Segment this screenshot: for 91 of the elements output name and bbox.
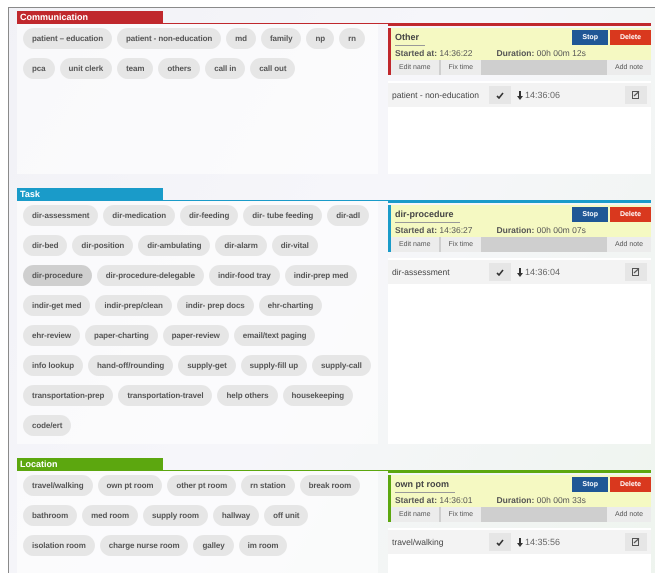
activity-chip[interactable]: dir-ambulating <box>138 235 210 256</box>
down-arrow-icon <box>517 538 523 546</box>
started-time: Started at: 14:36:01 <box>395 495 473 505</box>
activity-chip[interactable]: dir-medication <box>103 205 176 226</box>
section-title: Communication <box>17 11 163 23</box>
activity-chip[interactable]: pca <box>23 58 54 79</box>
activity-chip[interactable]: hallway <box>212 505 260 526</box>
activity-chip[interactable]: supply-call <box>312 355 371 376</box>
activity-name: dir-procedure <box>395 207 460 223</box>
activity-chip[interactable]: indir- prep docs <box>176 295 254 316</box>
activity-chip[interactable]: paper-charting <box>85 325 158 346</box>
activity-chip[interactable]: family <box>260 28 302 49</box>
activity-chip[interactable]: hand-off/rounding <box>88 355 174 376</box>
confirm-button[interactable] <box>489 263 511 281</box>
activity-chip[interactable]: isolation room <box>23 535 95 556</box>
activity-chip[interactable]: break room <box>300 475 360 496</box>
duration-text: Duration: 00h 00m 07s <box>496 225 586 235</box>
activity-chip[interactable]: indir-get med <box>23 295 90 316</box>
activity-chip[interactable]: rn <box>339 28 365 49</box>
duration-text: Duration: 00h 00m 33s <box>496 495 586 505</box>
activity-chip[interactable]: supply room <box>142 505 208 526</box>
activity-chip[interactable]: indir-food tray <box>209 265 280 286</box>
activity-chip[interactable]: ehr-charting <box>258 295 322 316</box>
note-icon <box>632 538 640 546</box>
note-icon <box>632 268 640 276</box>
log-entry-name: dir-assessment <box>392 267 451 277</box>
activity-chip[interactable]: dir-procedure-delegable <box>96 265 204 286</box>
check-icon <box>496 538 504 546</box>
section-title: Location <box>17 458 163 470</box>
activity-chip[interactable]: md <box>226 28 256 49</box>
note-button[interactable] <box>625 533 647 551</box>
activity-chip[interactable]: call out <box>250 58 296 79</box>
activity-chip[interactable]: paper-review <box>162 325 229 346</box>
activity-chip[interactable]: ehr-review <box>23 325 80 346</box>
activity-chip[interactable]: patient – education <box>23 28 112 49</box>
activity-chip[interactable]: info lookup <box>23 355 84 376</box>
activity-chip[interactable]: travel/walking <box>23 475 93 496</box>
activity-chip[interactable]: team <box>117 58 154 79</box>
activity-chip[interactable]: others <box>158 58 200 79</box>
duration-text: Duration: 00h 00m 12s <box>496 48 586 58</box>
activity-chip[interactable]: help others <box>217 385 278 406</box>
activity-chip[interactable]: med room <box>82 505 138 526</box>
activity-chip[interactable]: dir-assessment <box>23 205 98 226</box>
activity-chip[interactable]: other pt room <box>167 475 236 496</box>
activity-chip[interactable]: dir-alarm <box>215 235 267 256</box>
activity-chip[interactable]: bathroom <box>23 505 78 526</box>
activity-chip[interactable]: email/text paging <box>234 325 316 346</box>
activity-name: own pt room <box>395 477 455 493</box>
activity-chip[interactable]: indir-prep/clean <box>95 295 172 316</box>
check-icon <box>496 92 504 98</box>
activity-chip[interactable]: supply-get <box>178 355 236 376</box>
activity-chip[interactable]: unit clerk <box>60 58 112 79</box>
activity-chip[interactable]: galley <box>193 535 234 556</box>
log-time: 14:36:06 <box>525 90 560 100</box>
activity-chip[interactable]: dir-bed <box>23 235 68 256</box>
section-title: Task <box>17 188 163 200</box>
activity-chip[interactable]: np <box>306 28 334 49</box>
activity-chip[interactable]: housekeeping <box>282 385 354 406</box>
activity-chip[interactable]: rn station <box>241 475 295 496</box>
confirm-button[interactable] <box>489 86 511 104</box>
activity-chip[interactable]: off unit <box>264 505 308 526</box>
down-arrow-icon <box>517 268 523 276</box>
log-entry-name: travel/walking <box>392 537 444 547</box>
activity-chip[interactable]: own pt room <box>98 475 162 496</box>
activity-chip[interactable]: charge nurse room <box>100 535 188 556</box>
log-time: 14:36:04 <box>525 267 560 277</box>
activity-chip[interactable]: dir-vital <box>272 235 318 256</box>
confirm-button[interactable] <box>489 533 511 551</box>
activity-chip[interactable]: dir-feeding <box>180 205 238 226</box>
activity-chip[interactable]: transportation-travel <box>118 385 212 406</box>
started-time: Started at: 14:36:22 <box>395 48 473 58</box>
activity-chip[interactable]: dir-position <box>72 235 134 256</box>
activity-chip[interactable]: dir-adl <box>327 205 369 226</box>
log-entry-name: patient - non-education <box>392 90 480 100</box>
note-button[interactable] <box>625 263 647 281</box>
activity-chip[interactable]: patient - non-education <box>117 28 222 49</box>
activity-chip[interactable]: dir- tube feeding <box>243 205 322 226</box>
activity-chip[interactable]: im room <box>238 535 288 556</box>
log-time: 14:35:56 <box>525 537 560 547</box>
activity-chip[interactable]: call in <box>205 58 246 79</box>
note-icon <box>632 91 640 99</box>
started-time: Started at: 14:36:27 <box>395 225 473 235</box>
activity-chip[interactable]: indir-prep med <box>284 265 358 286</box>
activity-chip[interactable]: supply-fill up <box>240 355 308 376</box>
down-arrow-icon <box>517 90 523 100</box>
activity-name: Other <box>395 30 426 46</box>
check-icon <box>496 268 504 276</box>
note-button[interactable] <box>625 86 647 104</box>
activity-chip[interactable]: code/ert <box>23 415 72 436</box>
activity-chip[interactable]: dir-procedure <box>23 265 92 286</box>
activity-chip[interactable]: transportation-prep <box>23 385 114 406</box>
